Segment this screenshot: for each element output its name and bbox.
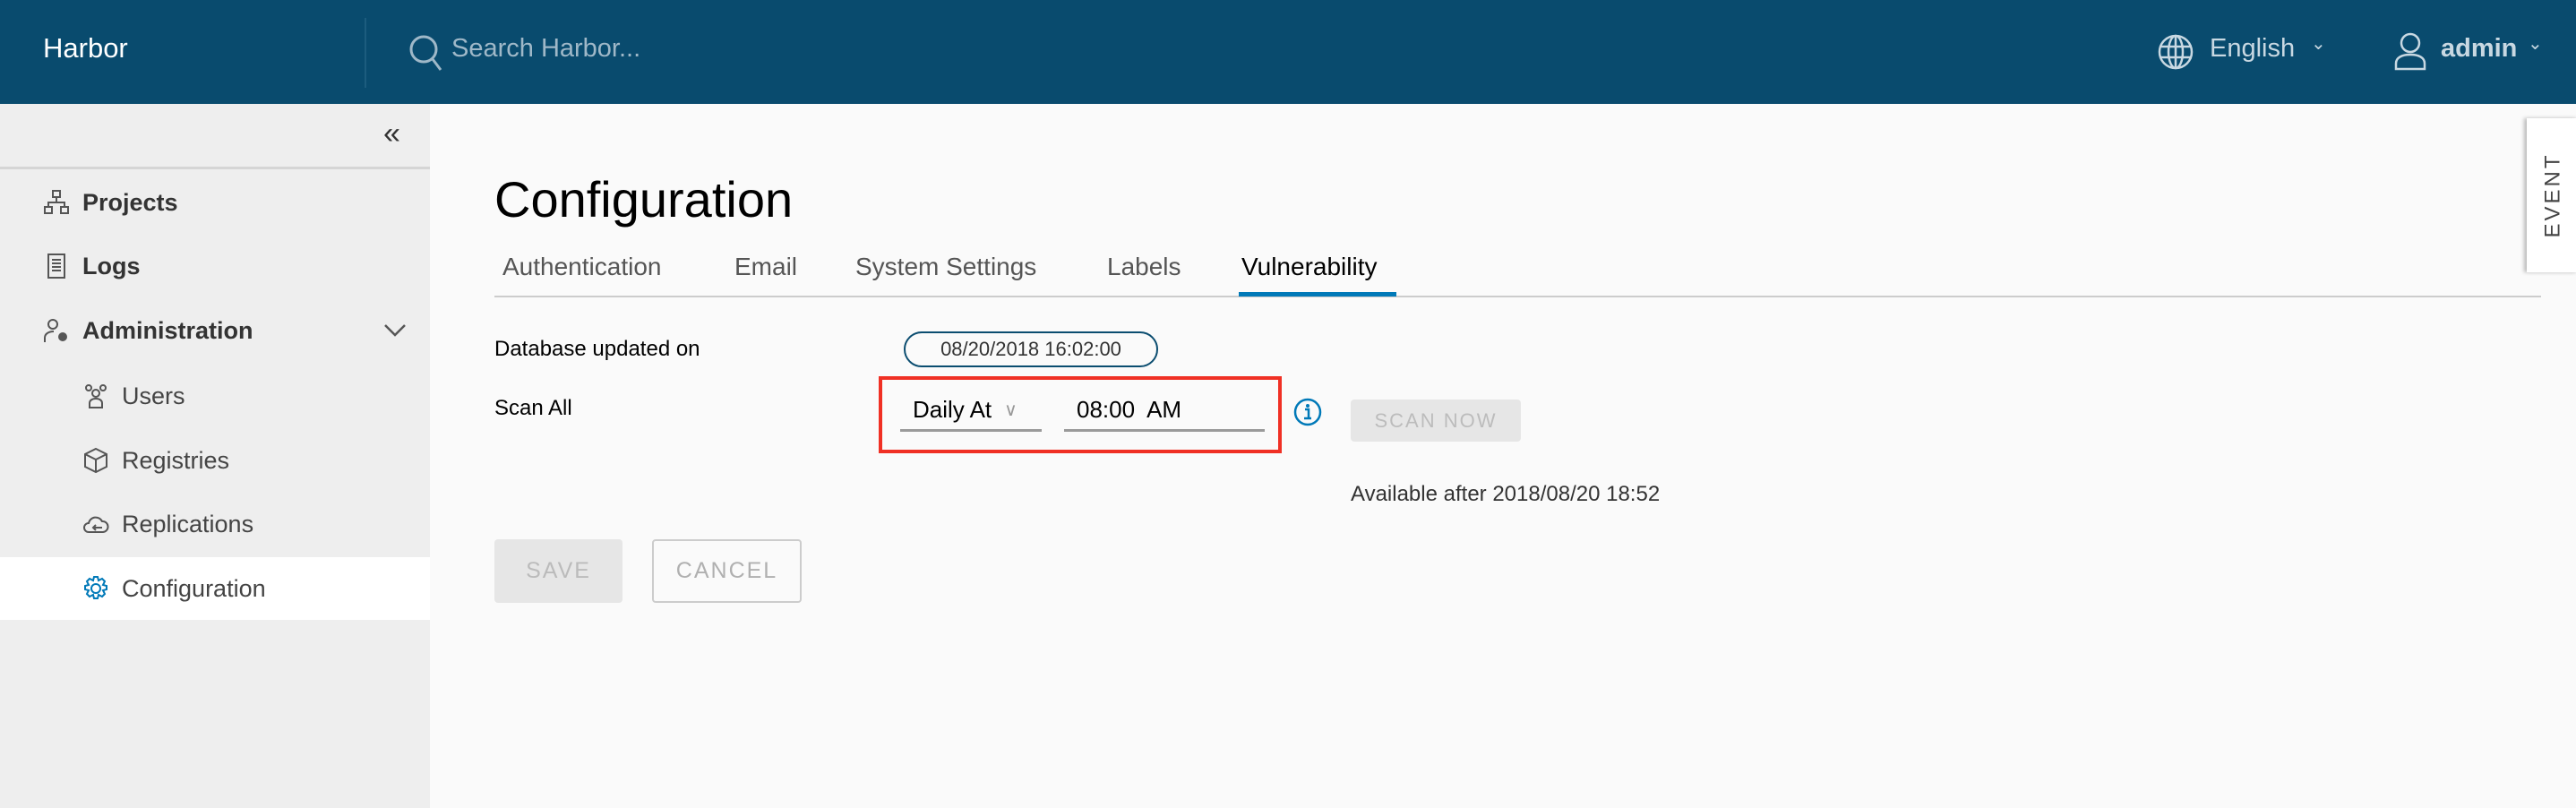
database-updated-label: Database updated on [494,337,700,361]
schedule-select[interactable]: Daily At ∨ [900,391,1042,432]
document-list-icon [47,254,65,279]
sidebar-item-label: Projects [82,188,178,216]
tab-email[interactable]: Email [734,253,797,281]
sidebar-item-logs[interactable]: Logs [0,235,430,297]
available-after-text: Available after 2018/08/20 18:52 [1351,482,1661,506]
header-divider [365,18,366,88]
chevron-down-icon: ⌄ [2528,34,2543,54]
tab-labels[interactable]: Labels [1107,253,1181,281]
cube-icon [84,447,107,474]
save-button[interactable]: SAVE [494,539,623,603]
page-title: Configuration [494,171,794,228]
chevron-down-icon: ⌄ [2311,34,2326,54]
sidebar-item-label: Users [122,382,185,409]
brand-logo[interactable]: Harbor [43,32,128,64]
cancel-button[interactable]: CANCEL [652,539,802,603]
tab-vulnerability[interactable]: Vulnerability [1241,253,1377,281]
time-input[interactable]: 08:00 AM [1064,391,1265,432]
sidebar-item-label: Registries [122,446,230,474]
user-menu[interactable]: admin [2441,34,2517,64]
scan-all-label: Scan All [494,396,572,420]
sidebar-item-administration[interactable]: Administration [0,299,430,362]
sidebar-divider [0,167,430,169]
sidebar-item-projects[interactable]: Projects [0,171,430,234]
search-input[interactable] [451,34,989,64]
sidebar-item-label: Logs [82,252,141,279]
event-panel-tab[interactable]: EVENT [2527,118,2576,272]
schedule-value: Daily At [913,396,992,423]
sidebar-item-registries[interactable]: Registries [0,429,430,492]
gear-icon [84,576,107,599]
tab-authentication[interactable]: Authentication [502,253,661,281]
info-icon[interactable] [1293,398,1322,426]
user-gear-icon [44,319,67,342]
language-selector[interactable]: English [2210,34,2295,64]
sidebar-item-label: Replications [122,510,254,537]
tab-system-settings[interactable]: System Settings [855,253,1036,281]
cloud-sync-icon [83,516,109,533]
users-icon [85,384,107,408]
search-icon [409,35,442,71]
sidebar-item-label: Configuration [122,574,266,602]
chevron-down-icon [384,324,406,337]
chevron-down-icon: ∨ [1004,400,1018,420]
event-tab-label: EVENT [2540,152,2565,238]
active-tab-indicator [1239,292,1396,297]
scan-now-button[interactable]: SCAN NOW [1351,400,1521,442]
sitemap-icon [44,190,69,214]
collapse-sidebar-icon[interactable]: « [383,116,400,151]
sidebar-item-users[interactable]: Users [0,365,430,427]
sidebar-item-label: Administration [82,316,253,344]
sidebar-item-replications[interactable]: Replications [0,493,430,555]
globe-icon [2158,34,2194,70]
sidebar-item-configuration[interactable]: Configuration [0,557,430,620]
tabs-divider [494,296,2541,297]
user-icon [2394,32,2426,71]
database-updated-badge: 08/20/2018 16:02:00 [904,331,1158,367]
